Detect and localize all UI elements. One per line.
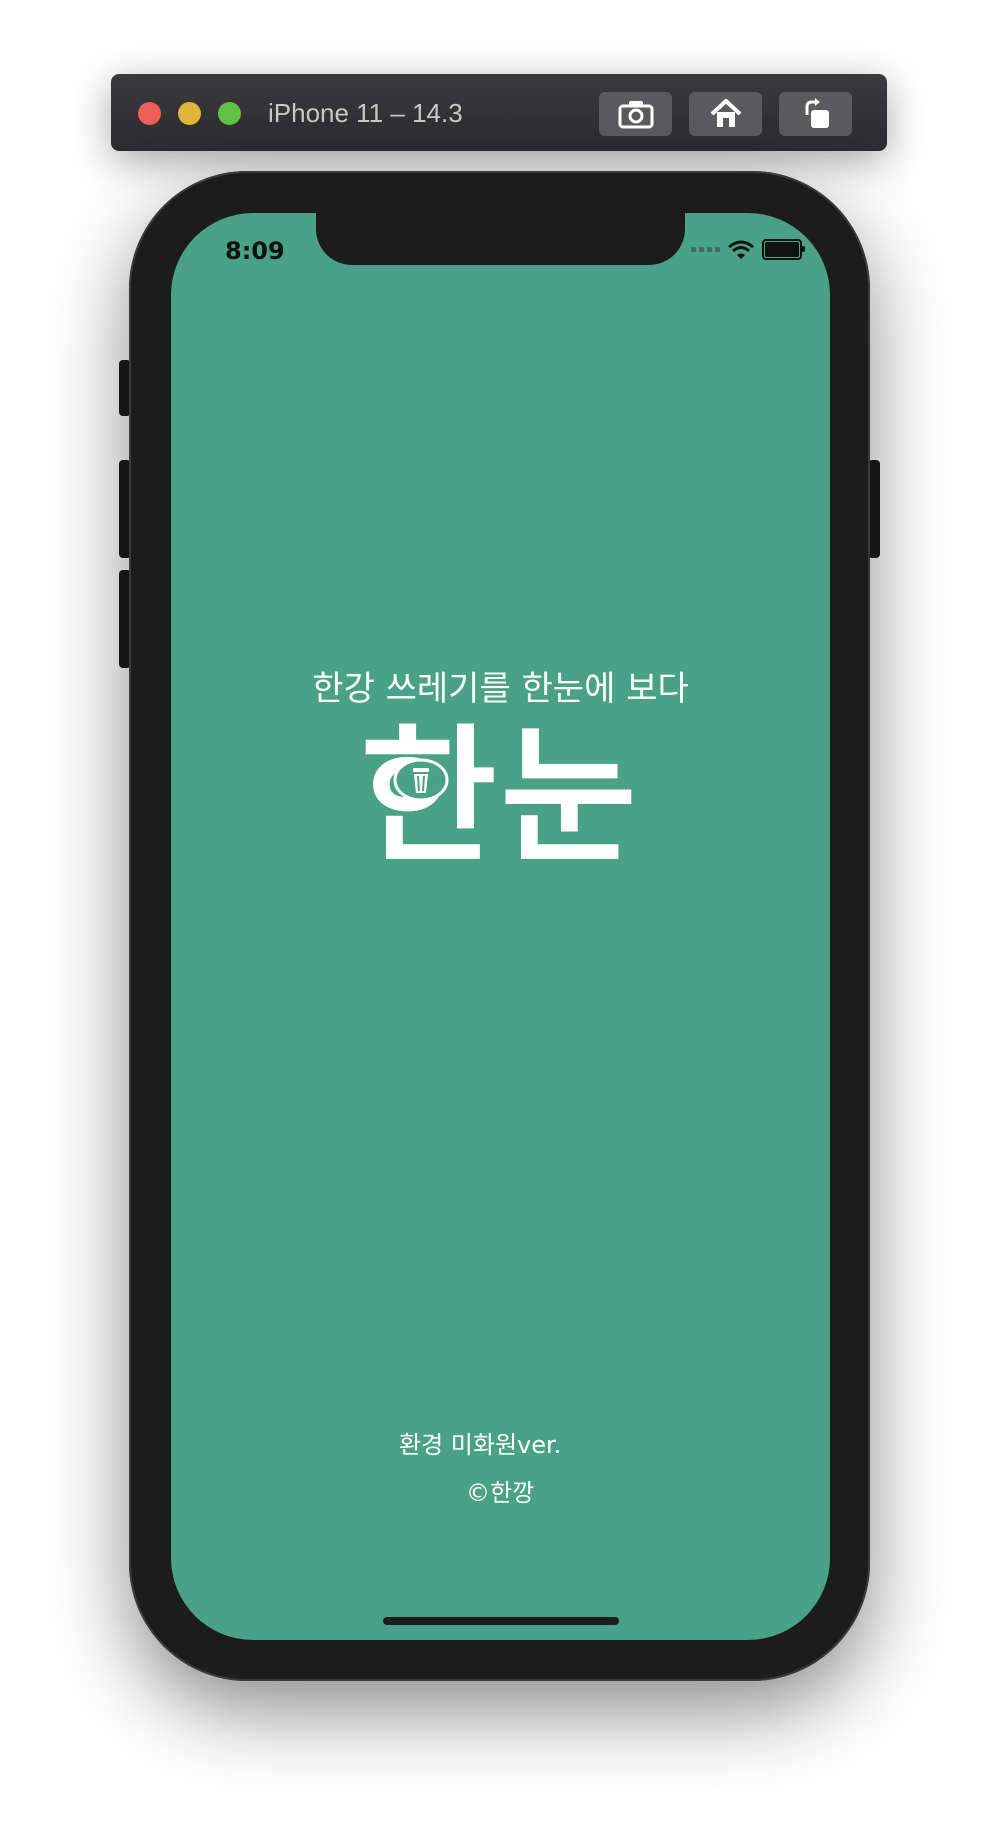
- footer-version: 환경 미화원ver.: [399, 1431, 562, 1459]
- screenshot-button[interactable]: [599, 92, 672, 136]
- app-tagline: 한강 쓰레기를 한눈에 보다: [312, 669, 689, 709]
- rotate-button[interactable]: [779, 92, 852, 136]
- notch: [316, 213, 685, 265]
- simulator-device-title: iPhone 11 – 14.3: [268, 98, 463, 128]
- wifi-icon: [728, 240, 754, 259]
- close-window-button[interactable]: [138, 102, 161, 125]
- home-indicator[interactable]: [383, 1617, 619, 1625]
- simulator-title-bar: iPhone 11 – 14.3: [111, 74, 887, 151]
- cellular-signal-icon: [691, 247, 720, 252]
- status-time: 8:09: [225, 237, 285, 265]
- app-logo-text: 한눈: [360, 711, 641, 883]
- minimize-window-button[interactable]: [178, 102, 201, 125]
- battery-icon: [762, 239, 805, 260]
- app-screen: 8:09 한강 쓰레기를 한눈에 보다 한눈 환경 미화원ver. ©한깡: [171, 213, 830, 1640]
- home-icon: [710, 99, 741, 127]
- zoom-window-button[interactable]: [218, 102, 241, 125]
- home-button[interactable]: [689, 92, 762, 136]
- trash-can-icon: [393, 758, 449, 802]
- rotate-icon: [805, 98, 829, 128]
- status-indicators: [691, 239, 805, 260]
- footer-copyright: ©한깡: [466, 1479, 535, 1507]
- camera-icon: [618, 101, 653, 129]
